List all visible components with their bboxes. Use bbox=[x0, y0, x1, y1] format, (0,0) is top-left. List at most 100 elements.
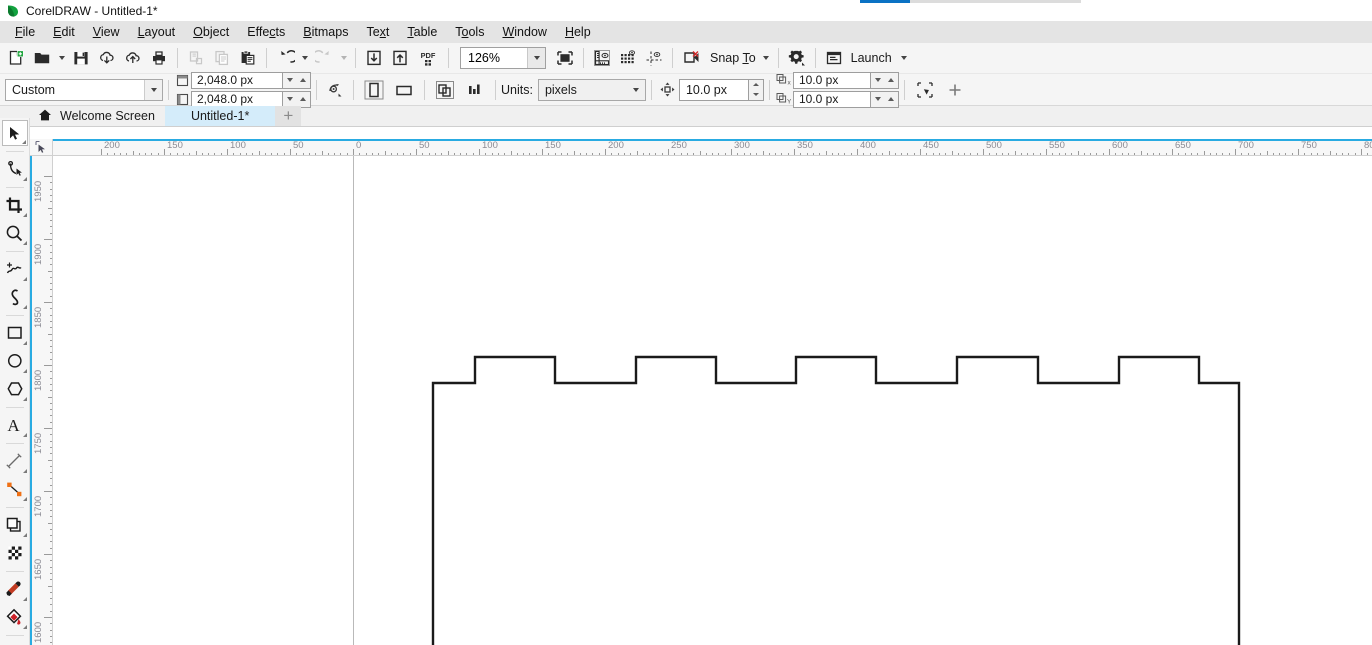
zoom-level-combo[interactable] bbox=[460, 47, 546, 69]
launch-label[interactable]: Launch bbox=[847, 51, 898, 65]
horizontal-ruler[interactable]: 200 150 100 50 0 50 100 150 200 250 300 350 400 450 50… bbox=[53, 139, 1372, 156]
nudge-down-icon[interactable] bbox=[749, 90, 763, 100]
tool-interactive-fill[interactable] bbox=[2, 604, 28, 630]
flyout-arrow-icon[interactable] bbox=[22, 497, 27, 501]
show-rulers-button[interactable] bbox=[589, 45, 615, 71]
tool-color-eyedropper[interactable] bbox=[2, 576, 28, 602]
menu-edit[interactable]: Edit bbox=[44, 22, 84, 42]
menu-view[interactable]: View bbox=[84, 22, 129, 42]
duplicate-y-spinners[interactable] bbox=[870, 90, 899, 108]
launch-dropdown-button[interactable] bbox=[898, 45, 911, 71]
menu-tools[interactable]: Tools bbox=[446, 22, 493, 42]
page-size-preset-combo[interactable]: Custom bbox=[5, 78, 163, 101]
duplicate-y-field[interactable]: 10.0 px bbox=[792, 90, 871, 108]
page-height-spinners[interactable] bbox=[283, 90, 311, 108]
tab-untitled-1[interactable]: Untitled-1* bbox=[164, 106, 276, 126]
add-property-button[interactable] bbox=[940, 77, 970, 103]
flyout-arrow-icon[interactable] bbox=[22, 433, 27, 437]
vertical-ruler[interactable]: 1950 1900 1850 1800 1750 1700 1650 1600 bbox=[30, 156, 53, 645]
menu-text[interactable]: Text bbox=[357, 22, 398, 42]
all-pages-button[interactable] bbox=[430, 77, 460, 103]
copy-button[interactable] bbox=[209, 45, 235, 71]
tool-text[interactable]: A bbox=[2, 412, 28, 438]
flyout-arrow-icon[interactable] bbox=[22, 213, 27, 217]
menu-layout[interactable]: Layout bbox=[129, 22, 185, 42]
show-grid-button[interactable] bbox=[615, 45, 641, 71]
cut-button[interactable] bbox=[183, 45, 209, 71]
flyout-arrow-icon[interactable] bbox=[22, 341, 27, 345]
options-button[interactable] bbox=[784, 45, 810, 71]
import-button[interactable] bbox=[361, 45, 387, 71]
duplicate-y-down-icon[interactable] bbox=[871, 92, 885, 107]
export-cloud-button[interactable] bbox=[120, 45, 146, 71]
redo-button[interactable] bbox=[311, 45, 337, 71]
duplicate-x-field[interactable]: 10.0 px bbox=[792, 71, 871, 89]
landscape-orientation-button[interactable] bbox=[389, 77, 419, 103]
publish-to-pdf-button[interactable]: PDF bbox=[413, 45, 443, 71]
menu-object[interactable]: Object bbox=[184, 22, 238, 42]
flyout-arrow-icon[interactable] bbox=[22, 369, 27, 373]
paste-button[interactable] bbox=[235, 45, 261, 71]
tool-crop[interactable] bbox=[2, 192, 28, 218]
ruler-origin-button[interactable] bbox=[30, 139, 53, 156]
tool-artistic-media[interactable] bbox=[2, 284, 28, 310]
flyout-arrow-icon[interactable] bbox=[22, 241, 27, 245]
flyout-arrow-icon[interactable] bbox=[22, 597, 27, 601]
nudge-offset-field[interactable]: 10.0 px bbox=[678, 78, 749, 101]
menu-effects[interactable]: Effects bbox=[238, 22, 294, 42]
current-page-button[interactable] bbox=[460, 77, 490, 103]
save-button[interactable] bbox=[68, 45, 94, 71]
snap-to-label[interactable]: Snap To bbox=[704, 51, 760, 65]
tool-zoom[interactable] bbox=[2, 220, 28, 246]
treat-as-filled-button[interactable] bbox=[910, 77, 940, 103]
flyout-arrow-icon[interactable] bbox=[21, 140, 26, 144]
units-combo[interactable]: pixels bbox=[537, 78, 646, 101]
print-button[interactable] bbox=[146, 45, 172, 71]
launch-icon-button[interactable] bbox=[821, 45, 847, 71]
page-width-spinners[interactable] bbox=[283, 71, 311, 89]
tool-parallel-dimension[interactable] bbox=[2, 448, 28, 474]
duplicate-x-down-icon[interactable] bbox=[871, 73, 885, 88]
open-dropdown-button[interactable] bbox=[55, 45, 68, 71]
page-height-down-icon[interactable] bbox=[283, 92, 297, 107]
nudge-spinners[interactable] bbox=[748, 78, 764, 101]
menu-file[interactable]: File bbox=[6, 22, 44, 42]
redo-dropdown-button[interactable] bbox=[337, 45, 350, 71]
duplicate-y-up-icon[interactable] bbox=[884, 92, 898, 107]
tool-drop-shadow[interactable] bbox=[2, 512, 28, 538]
drawing-canvas[interactable] bbox=[53, 156, 1372, 645]
flyout-arrow-icon[interactable] bbox=[22, 625, 27, 629]
open-document-button[interactable] bbox=[29, 45, 55, 71]
tool-ellipse[interactable] bbox=[2, 348, 28, 374]
flyout-arrow-icon[interactable] bbox=[22, 469, 27, 473]
zoom-level-input[interactable] bbox=[461, 48, 527, 68]
tool-shape[interactable] bbox=[2, 156, 28, 182]
undo-button[interactable] bbox=[272, 45, 298, 71]
menu-help[interactable]: Help bbox=[556, 22, 600, 42]
new-document-button[interactable] bbox=[3, 45, 29, 71]
flyout-arrow-icon[interactable] bbox=[22, 397, 27, 401]
undo-dropdown-button[interactable] bbox=[298, 45, 311, 71]
tool-freehand[interactable] bbox=[2, 256, 28, 282]
new-document-tab-button[interactable]: + bbox=[275, 106, 302, 126]
page-width-up-icon[interactable] bbox=[297, 73, 311, 88]
duplicate-x-up-icon[interactable] bbox=[884, 73, 898, 88]
snap-to-dropdown-button[interactable] bbox=[760, 45, 773, 71]
flyout-arrow-icon[interactable] bbox=[22, 533, 27, 537]
zoom-dropdown-button[interactable] bbox=[527, 48, 545, 68]
duplicate-x-spinners[interactable] bbox=[870, 71, 899, 89]
full-screen-preview-button[interactable] bbox=[552, 45, 578, 71]
show-guidelines-button[interactable] bbox=[641, 45, 667, 71]
flyout-arrow-icon[interactable] bbox=[22, 177, 27, 181]
tab-welcome-screen[interactable]: Welcome Screen bbox=[30, 106, 165, 126]
tool-polygon[interactable] bbox=[2, 376, 28, 402]
menu-table[interactable]: Table bbox=[398, 22, 446, 42]
export-button[interactable] bbox=[387, 45, 413, 71]
flyout-arrow-icon[interactable] bbox=[22, 277, 27, 281]
page-width-field[interactable]: 2,048.0 px bbox=[191, 71, 283, 89]
menu-window[interactable]: Window bbox=[493, 22, 555, 42]
tool-transparency[interactable] bbox=[2, 540, 28, 566]
page-setup-button[interactable] bbox=[322, 77, 348, 103]
menu-bitmaps[interactable]: Bitmaps bbox=[294, 22, 357, 42]
units-dropdown-button[interactable] bbox=[627, 80, 645, 100]
